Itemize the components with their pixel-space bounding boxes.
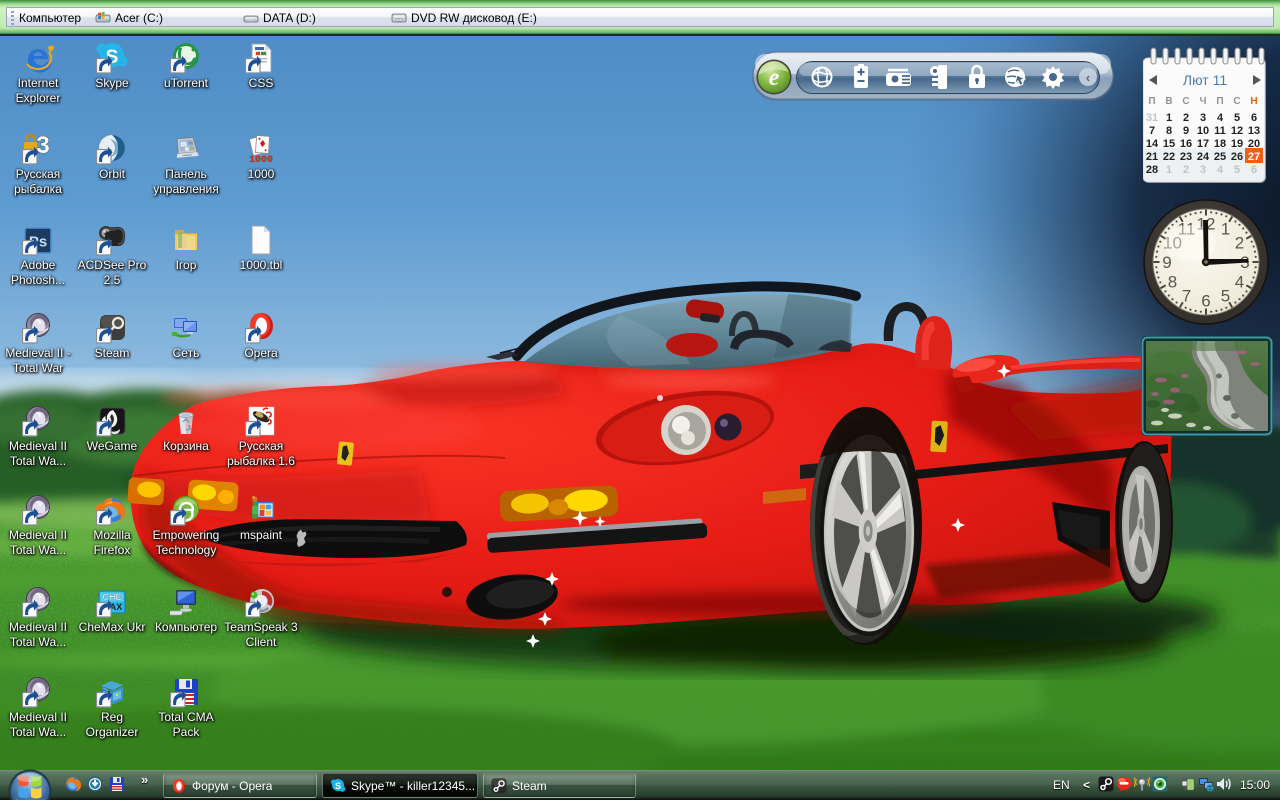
svg-text:9: 9 xyxy=(1183,125,1189,137)
svg-text:4: 4 xyxy=(1235,273,1244,292)
svg-text:П: П xyxy=(1148,96,1155,107)
svg-text:1000: 1000 xyxy=(249,155,273,165)
svg-text:22: 22 xyxy=(1163,151,1175,163)
svg-text:8: 8 xyxy=(1166,125,1172,137)
svg-text:6: 6 xyxy=(1201,292,1210,311)
svg-text:5: 5 xyxy=(1234,164,1240,176)
svg-text:11: 11 xyxy=(1214,125,1226,137)
svg-text:14: 14 xyxy=(1146,138,1159,150)
svg-text:24: 24 xyxy=(1197,151,1210,163)
svg-text:Лют 11: Лют 11 xyxy=(1183,72,1227,88)
svg-text:26: 26 xyxy=(1231,151,1243,163)
svg-text:CHE: CHE xyxy=(102,592,121,602)
svg-text:2: 2 xyxy=(1235,234,1244,253)
svg-text:1: 1 xyxy=(1166,112,1172,124)
svg-text:Н: Н xyxy=(1250,96,1257,107)
svg-text:16: 16 xyxy=(1180,138,1192,150)
svg-text:6: 6 xyxy=(1251,164,1257,176)
svg-text:27: 27 xyxy=(1248,151,1260,163)
svg-text:7: 7 xyxy=(1149,125,1155,137)
svg-text:12: 12 xyxy=(1231,125,1243,137)
svg-text:17: 17 xyxy=(1197,138,1209,150)
svg-text:e: e xyxy=(769,65,780,91)
svg-text:10: 10 xyxy=(1197,125,1209,137)
svg-text:3: 3 xyxy=(1200,112,1206,124)
svg-text:21: 21 xyxy=(1146,151,1158,163)
svg-text:28: 28 xyxy=(1146,164,1158,176)
svg-text:31: 31 xyxy=(1146,112,1158,124)
svg-text:23: 23 xyxy=(1180,151,1192,163)
svg-text:4: 4 xyxy=(1217,164,1224,176)
svg-text:С: С xyxy=(1233,96,1240,107)
svg-text:П: П xyxy=(1216,96,1223,107)
svg-text:AX: AX xyxy=(110,602,123,612)
svg-text:8: 8 xyxy=(1168,273,1177,292)
svg-text:S: S xyxy=(335,781,341,791)
svg-text:7: 7 xyxy=(1182,287,1191,306)
svg-text:25: 25 xyxy=(1214,151,1226,163)
svg-text:2: 2 xyxy=(1183,112,1189,124)
svg-text:1: 1 xyxy=(1166,164,1172,176)
svg-text:В: В xyxy=(1165,96,1172,107)
svg-text:С: С xyxy=(1182,96,1189,107)
svg-text:5: 5 xyxy=(1234,112,1240,124)
svg-text:18: 18 xyxy=(1214,138,1226,150)
svg-text:3: 3 xyxy=(1200,164,1206,176)
svg-text:1: 1 xyxy=(1221,220,1230,239)
svg-text:2: 2 xyxy=(1183,164,1189,176)
svg-text:6: 6 xyxy=(1251,112,1257,124)
svg-text:13: 13 xyxy=(1248,125,1260,137)
svg-text:19: 19 xyxy=(1231,138,1243,150)
svg-text:4: 4 xyxy=(1217,112,1224,124)
svg-text:15: 15 xyxy=(1163,138,1175,150)
svg-text:9: 9 xyxy=(1162,253,1171,272)
svg-text:3: 3 xyxy=(36,133,49,159)
svg-text:‹: ‹ xyxy=(1086,70,1090,85)
svg-text:Ч: Ч xyxy=(1199,96,1206,107)
svg-text:5: 5 xyxy=(1221,287,1230,306)
